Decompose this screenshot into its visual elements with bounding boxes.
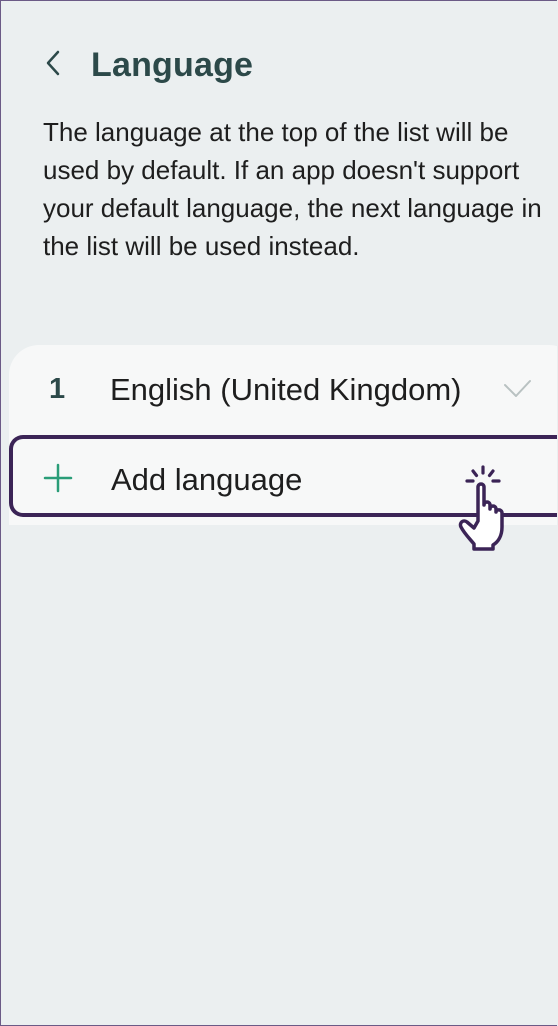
language-settings-screen: Language The language at the top of the … bbox=[0, 0, 557, 1026]
language-priority-number: 1 bbox=[49, 373, 66, 405]
plus-icon bbox=[43, 463, 73, 498]
chevron-left-icon bbox=[43, 48, 63, 83]
language-description: The language at the top of the list will… bbox=[43, 117, 542, 261]
back-button[interactable] bbox=[43, 41, 77, 89]
add-language-label: Add language bbox=[111, 462, 303, 497]
language-name: English (United Kingdom) bbox=[110, 372, 462, 407]
tap-hand-icon bbox=[457, 463, 523, 556]
page-title: Language bbox=[91, 45, 254, 84]
check-icon bbox=[502, 377, 532, 406]
header: Language bbox=[43, 39, 253, 91]
language-list-item[interactable]: 1 English (United Kingdom) bbox=[9, 345, 557, 437]
